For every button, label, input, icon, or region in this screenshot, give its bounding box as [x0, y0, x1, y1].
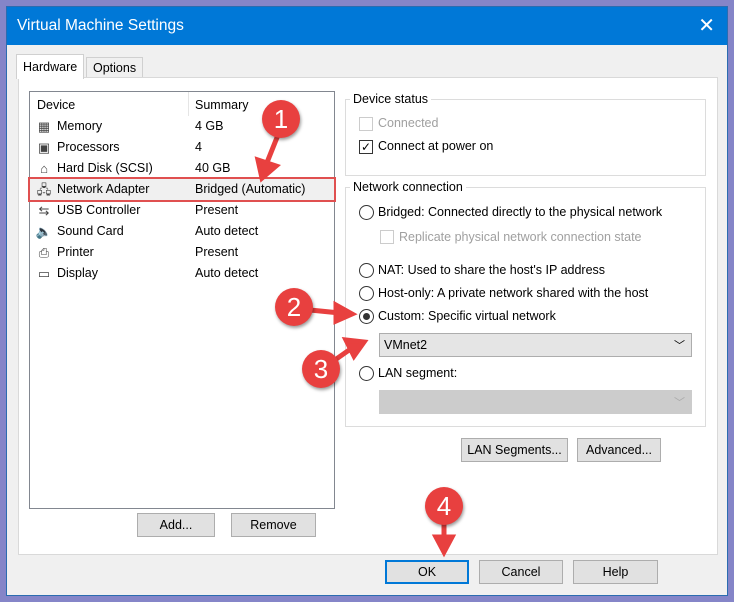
- callout-1: 1: [262, 100, 300, 138]
- callout-3: 3: [302, 350, 340, 388]
- annotation-arrows: [254, 134, 457, 558]
- arrow-4-head: [431, 534, 457, 558]
- arrow-1-head: [254, 156, 281, 183]
- callout-4: 4: [425, 487, 463, 525]
- arrow-1: [263, 134, 281, 166]
- arrow-3-head: [341, 337, 369, 361]
- arrow-2-head: [333, 300, 358, 325]
- callout-2: 2: [275, 288, 313, 326]
- tab-hardware[interactable]: Hardware: [16, 54, 85, 79]
